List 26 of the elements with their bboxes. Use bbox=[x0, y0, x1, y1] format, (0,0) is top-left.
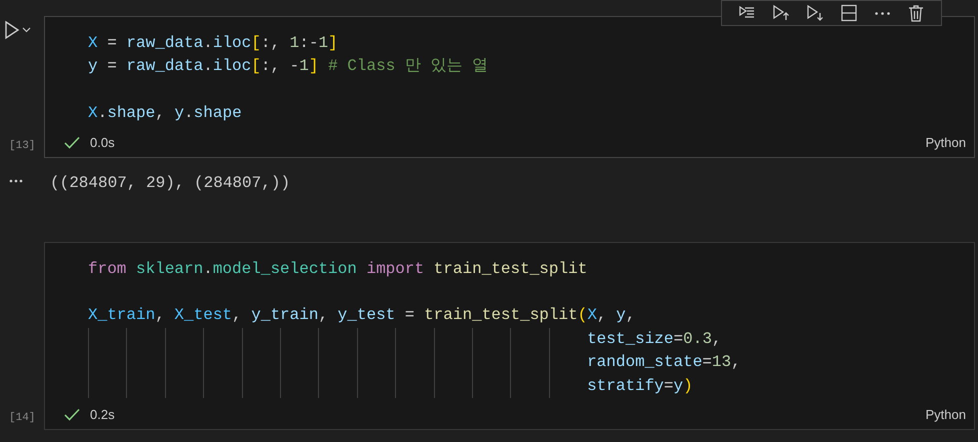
execution-count: [14] bbox=[9, 412, 36, 424]
code-line: y = raw_data.iloc[:, -1] # Class 만 있는 열 bbox=[88, 56, 488, 78]
run-above-icon bbox=[771, 4, 791, 22]
run-below-icon bbox=[805, 4, 825, 22]
code-line: X = raw_data.iloc[:, 1:-1] bbox=[88, 33, 338, 54]
execution-time: 0.2s bbox=[90, 407, 115, 422]
run-button[interactable] bbox=[4, 20, 31, 40]
run-icon bbox=[4, 20, 20, 40]
code-line: X.shape, y.shape bbox=[88, 103, 242, 124]
execution-count: [13] bbox=[9, 140, 36, 152]
code-line: test_size=0.3, bbox=[88, 328, 722, 352]
code-line: stratify=y) bbox=[88, 374, 693, 398]
execution-time: 0.0s bbox=[90, 135, 115, 150]
split-cell-icon bbox=[839, 4, 859, 22]
delete-icon bbox=[906, 4, 926, 22]
code-cell[interactable]: X = raw_data.iloc[:, 1:-1] y = raw_data.iloc[:, -1] # Class 만 있는 열 X.shape, y.shape 0.0s Python bbox=[44, 16, 975, 158]
chevron-down-icon bbox=[22, 27, 31, 33]
code-cell[interactable]: from sklearn.model_selection import train_test_split X_train, X_test, y_train, y_test = train_test_split(X, y, test_size=0.3, random_state=13, stratify=y) 0.2s Python bbox=[44, 242, 975, 430]
more-icon bbox=[875, 12, 890, 14]
cell-output: ((284807, 29), (284807,)) bbox=[50, 172, 290, 194]
language-label[interactable]: Python bbox=[926, 135, 966, 150]
language-label[interactable]: Python bbox=[926, 407, 966, 422]
code-line: random_state=13, bbox=[88, 351, 741, 375]
code-line: from sklearn.model_selection import train_test_split bbox=[88, 258, 588, 280]
code-line: X_train, X_test, y_train, y_test = train_test_split(X, y, bbox=[88, 305, 636, 326]
more-icon[interactable] bbox=[9, 178, 23, 183]
